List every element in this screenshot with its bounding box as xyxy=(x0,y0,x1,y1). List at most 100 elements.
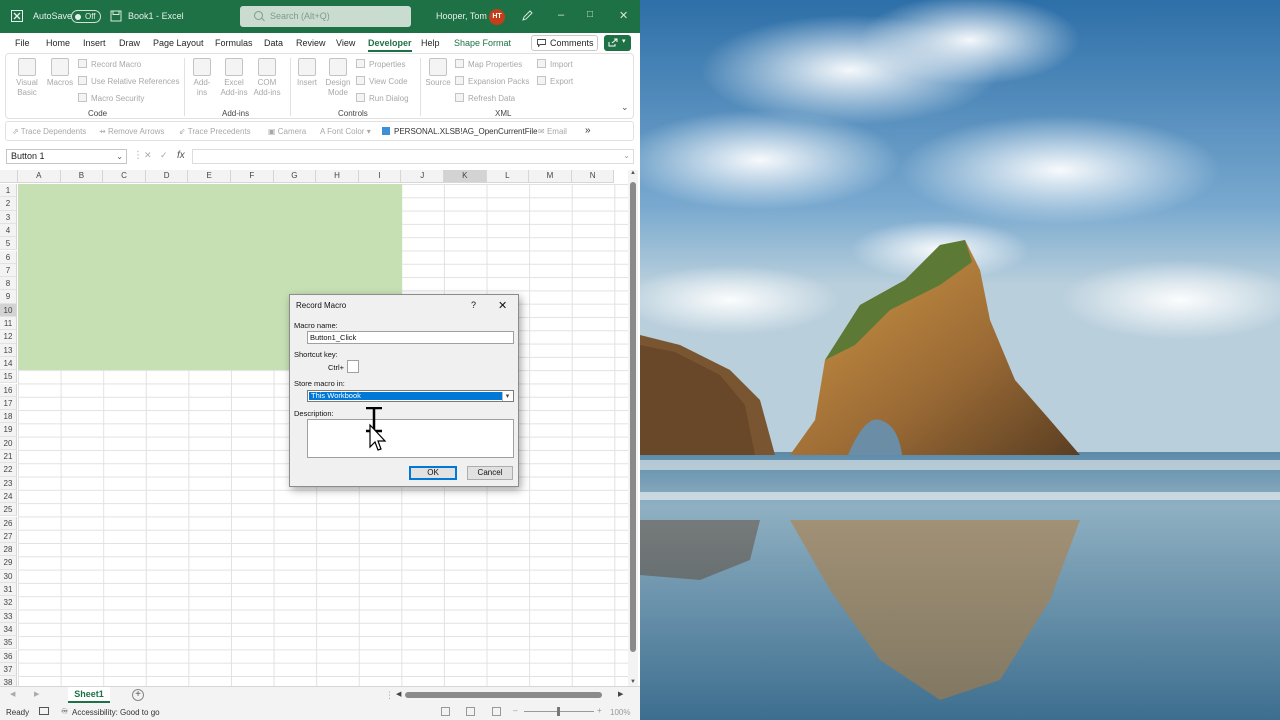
scroll-up-icon[interactable]: ▲ xyxy=(630,170,636,176)
prev-sheet-icon[interactable]: ◀ xyxy=(10,690,15,698)
tab-draw[interactable]: Draw xyxy=(119,38,140,48)
column-header[interactable]: H xyxy=(316,170,359,183)
column-header[interactable]: I xyxy=(358,170,402,183)
ok-button[interactable]: OK xyxy=(409,466,457,480)
row-header[interactable]: 5 xyxy=(0,237,17,251)
tab-review[interactable]: Review xyxy=(296,38,326,48)
column-header[interactable]: L xyxy=(486,170,530,183)
column-header[interactable]: M xyxy=(529,170,572,183)
pen-icon[interactable] xyxy=(521,10,533,22)
map-properties-button[interactable]: Map Properties xyxy=(455,59,522,69)
row-header[interactable]: 19 xyxy=(0,423,17,437)
email-button[interactable]: ✉ Email xyxy=(538,127,567,136)
column-header[interactable]: G xyxy=(273,170,317,183)
more-commands-button[interactable]: » xyxy=(585,125,591,136)
row-header[interactable]: 27 xyxy=(0,529,17,544)
import-button[interactable]: Import xyxy=(537,59,573,69)
page-break-view-icon[interactable] xyxy=(492,707,501,716)
close-icon[interactable]: ✕ xyxy=(498,299,507,312)
row-header[interactable]: 22 xyxy=(0,463,17,477)
collapse-ribbon-icon[interactable]: ⌄ xyxy=(621,102,629,113)
tab-page-layout[interactable]: Page Layout xyxy=(153,38,204,48)
help-button[interactable]: ? xyxy=(471,300,476,310)
tab-help[interactable]: Help xyxy=(421,38,440,48)
row-header[interactable]: 13 xyxy=(0,343,17,357)
column-header[interactable]: D xyxy=(145,170,189,183)
view-code-button[interactable]: View Code xyxy=(356,76,408,86)
tab-file[interactable]: File xyxy=(15,38,30,48)
visual-basic-button[interactable]: Visual Basic xyxy=(12,58,42,98)
row-header[interactable]: 34 xyxy=(0,622,17,637)
scroll-right-icon[interactable]: ▶ xyxy=(618,690,623,698)
vertical-scrollbar[interactable]: ▲ ▼ xyxy=(628,170,638,686)
store-macro-select[interactable]: This Workbook ▾ xyxy=(307,390,514,402)
zoom-slider-thumb[interactable] xyxy=(557,707,560,716)
close-window-icon[interactable]: ✕ xyxy=(619,9,628,22)
row-header[interactable]: 9 xyxy=(0,290,17,304)
row-header[interactable]: 29 xyxy=(0,556,17,570)
row-header[interactable]: 38 xyxy=(0,676,17,686)
row-header[interactable]: 20 xyxy=(0,436,17,450)
design-mode-button[interactable]: Design Mode xyxy=(323,58,353,98)
row-header[interactable]: 36 xyxy=(0,649,17,663)
name-box[interactable]: Button 1 ⌄ xyxy=(6,149,127,164)
row-header[interactable]: 8 xyxy=(0,277,17,291)
tab-view[interactable]: View xyxy=(336,38,355,48)
row-header[interactable]: 2 xyxy=(0,197,17,211)
zoom-in-icon[interactable]: + xyxy=(597,706,602,715)
horizontal-scroll-thumb[interactable] xyxy=(405,692,602,698)
status-accessibility[interactable]: Accessibility: Good to go xyxy=(72,708,160,717)
row-header[interactable]: 33 xyxy=(0,609,17,623)
font-color-button[interactable]: A Font Color ▾ xyxy=(320,127,371,136)
shortcut-key-field[interactable] xyxy=(347,360,359,373)
column-header[interactable]: K xyxy=(444,170,487,183)
record-macro-button[interactable]: Record Macro xyxy=(78,59,141,69)
excel-addins-button[interactable]: Excel Add-ins xyxy=(218,58,250,98)
page-layout-view-icon[interactable] xyxy=(466,707,475,716)
minimize-icon[interactable]: – xyxy=(558,9,564,21)
avatar[interactable]: HT xyxy=(489,9,505,25)
column-header[interactable]: F xyxy=(231,170,274,183)
chevron-down-icon[interactable]: ▾ xyxy=(502,392,512,401)
column-header[interactable]: A xyxy=(18,170,61,183)
tab-developer[interactable]: Developer xyxy=(368,38,412,52)
row-header[interactable]: 10 xyxy=(0,303,17,317)
expand-formula-icon[interactable]: ⌄ xyxy=(623,151,630,160)
autosave-toggle[interactable]: Off xyxy=(71,10,101,23)
row-header[interactable]: 28 xyxy=(0,543,17,557)
remove-arrows-button[interactable]: ⇸ Remove Arrows xyxy=(99,127,164,136)
scroll-left-icon[interactable]: ◀ xyxy=(396,690,401,698)
description-field[interactable] xyxy=(307,419,514,458)
properties-button[interactable]: Properties xyxy=(356,59,405,69)
com-addins-button[interactable]: COM Add-ins xyxy=(252,58,282,98)
next-sheet-icon[interactable]: ▶ xyxy=(34,690,39,698)
row-header[interactable]: 37 xyxy=(0,662,17,677)
zoom-out-icon[interactable]: – xyxy=(513,706,517,715)
insert-control-button[interactable]: Insert xyxy=(294,58,320,88)
row-header[interactable]: 21 xyxy=(0,450,17,464)
row-header[interactable]: 35 xyxy=(0,636,17,650)
search-box[interactable]: Search (Alt+Q) xyxy=(240,6,411,27)
row-header[interactable]: 25 xyxy=(0,503,17,517)
macro-record-icon[interactable] xyxy=(39,707,49,715)
sheet-tab-sheet1[interactable]: Sheet1 xyxy=(68,687,110,703)
row-header[interactable]: 32 xyxy=(0,596,17,610)
relative-refs-button[interactable]: Use Relative References xyxy=(78,76,179,86)
addins-button[interactable]: Add-ins xyxy=(189,58,215,98)
personal-macro-button[interactable]: PERSONAL.XLSB!AG_OpenCurrentFile xyxy=(382,127,538,136)
share-button[interactable]: ▾ xyxy=(604,35,631,51)
refresh-data-button[interactable]: Refresh Data xyxy=(455,93,515,103)
maximize-icon[interactable]: □ xyxy=(587,9,593,20)
tab-formulas[interactable]: Formulas xyxy=(215,38,253,48)
row-header[interactable]: 6 xyxy=(0,250,17,264)
row-header[interactable]: 4 xyxy=(0,223,17,238)
column-header[interactable]: C xyxy=(103,170,146,183)
camera-button[interactable]: ▣ Camera xyxy=(268,127,306,136)
trace-dependents-button[interactable]: ⇗ Trace Dependents xyxy=(12,127,86,136)
chevron-down-icon[interactable]: ⌄ xyxy=(116,150,123,163)
column-header[interactable]: E xyxy=(188,170,231,183)
row-header[interactable]: 11 xyxy=(0,317,17,331)
export-button[interactable]: Export xyxy=(537,76,573,86)
trace-precedents-button[interactable]: ⇙ Trace Precedents xyxy=(179,127,251,136)
column-header[interactable]: N xyxy=(571,170,615,183)
